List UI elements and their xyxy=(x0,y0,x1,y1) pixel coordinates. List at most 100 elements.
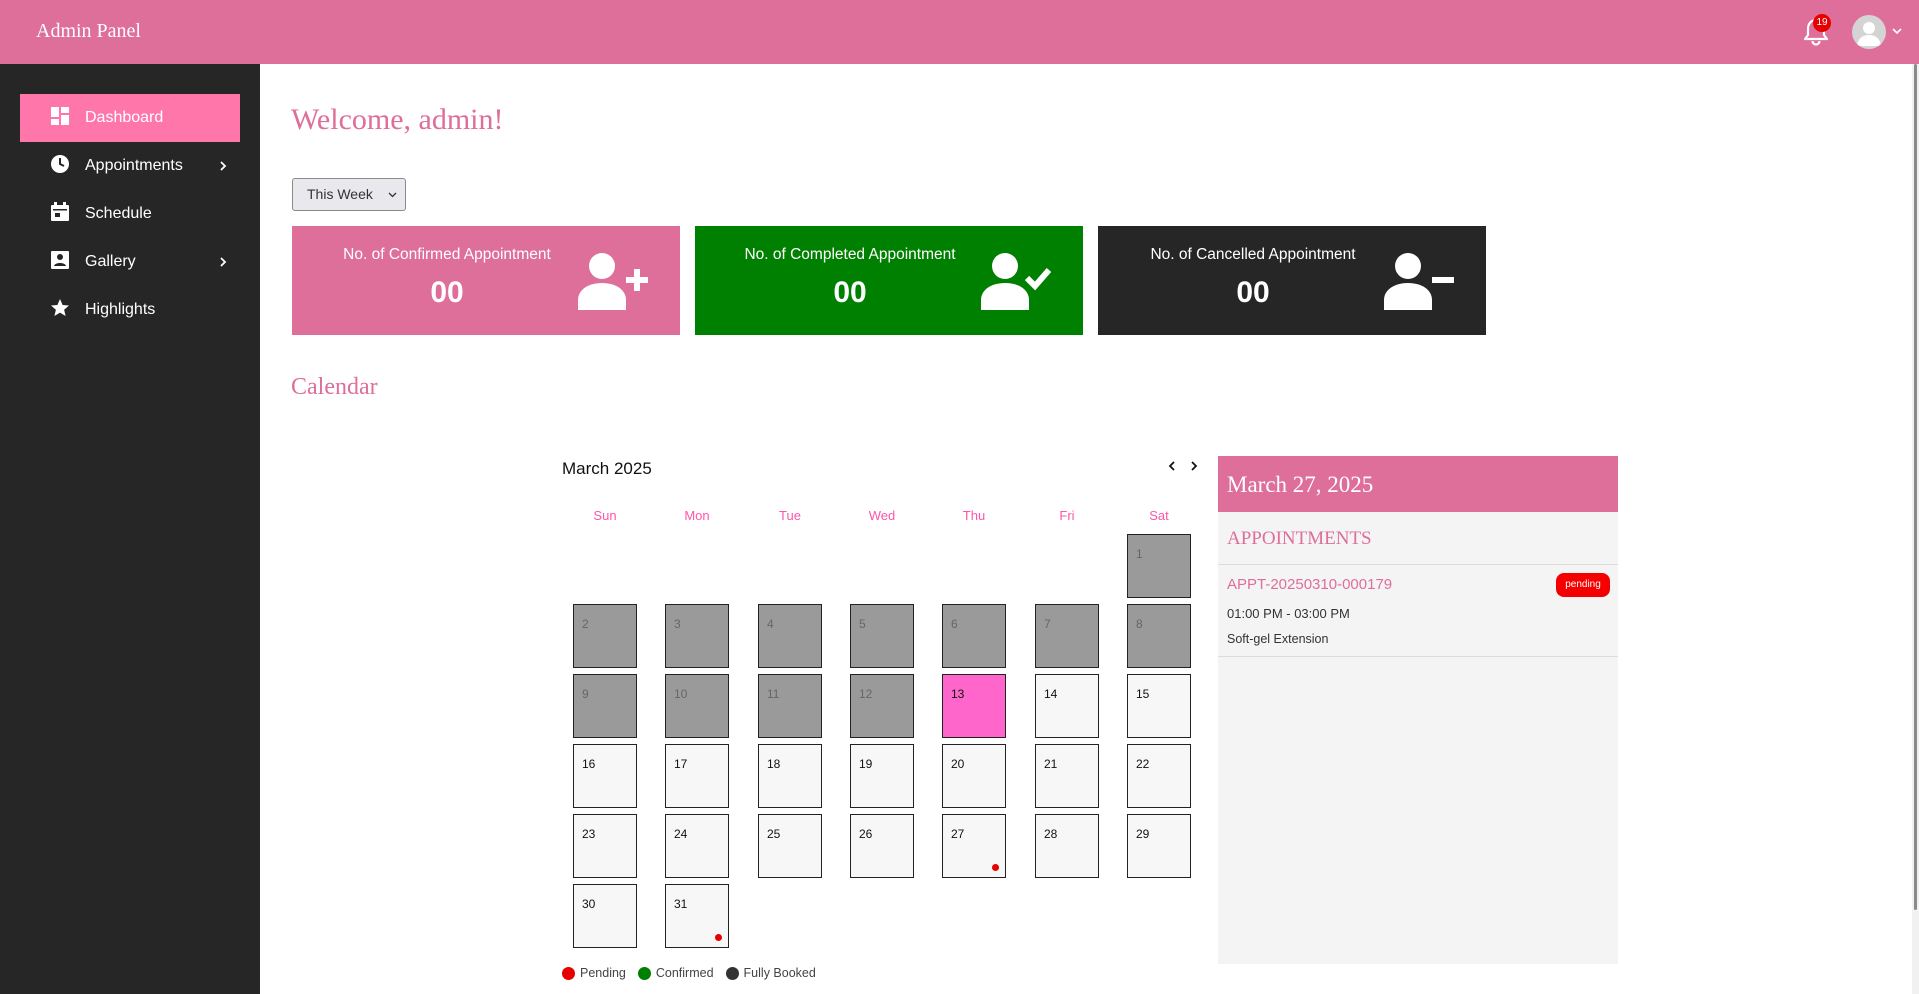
calendar-day-number: 9 xyxy=(582,687,589,701)
calendar-day-number: 19 xyxy=(859,757,873,771)
calendar-day[interactable]: 16 xyxy=(573,744,637,808)
calendar-day[interactable]: 24 xyxy=(665,814,729,878)
legend-dot xyxy=(725,966,739,980)
avatar[interactable] xyxy=(1852,15,1886,49)
user-plus-icon xyxy=(578,253,648,310)
calendar-day[interactable]: 29 xyxy=(1127,814,1191,878)
calendar-day-number: 13 xyxy=(951,687,965,701)
chevron-left-icon[interactable] xyxy=(1166,458,1178,474)
calendar-day[interactable]: 10 xyxy=(665,674,729,738)
calendar-day[interactable]: 17 xyxy=(665,744,729,808)
legend-dot xyxy=(637,966,651,980)
legend-label: Fully Booked xyxy=(743,966,816,980)
legend-dot xyxy=(562,966,575,980)
appointments-panel-heading: APPOINTMENTS xyxy=(1227,528,1372,549)
weekday-label: Sat xyxy=(1149,508,1169,523)
calendar-day-number: 17 xyxy=(674,757,688,771)
calendar-day[interactable]: 30 xyxy=(573,884,637,948)
completed-card: No. of Completed Appointment 00 xyxy=(695,226,1083,335)
user-minus-icon xyxy=(1384,253,1454,310)
calendar-icon xyxy=(51,202,69,221)
calendar-day[interactable]: 11 xyxy=(758,674,822,738)
sidebar-item-schedule[interactable]: Schedule xyxy=(20,190,240,238)
calendar-day[interactable]: 9 xyxy=(573,674,637,738)
legend-item-pending: Pending xyxy=(562,966,626,980)
calendar-day-number: 14 xyxy=(1044,687,1058,701)
calendar-day-number: 3 xyxy=(674,617,681,631)
calendar-day[interactable]: 8 xyxy=(1127,604,1191,668)
card-title: No. of Completed Appointment xyxy=(744,246,956,263)
chevron-right-icon[interactable] xyxy=(1188,458,1200,474)
calendar-day-number: 6 xyxy=(951,617,958,631)
dashboard-icon xyxy=(51,107,69,125)
legend-item-fully-booked: Fully Booked xyxy=(725,966,816,980)
sidebar-item-dashboard[interactable]: Dashboard xyxy=(20,94,240,142)
card-title: No. of Cancelled Appointment xyxy=(1150,246,1356,263)
calendar-month-label: March 2025 xyxy=(562,459,652,478)
calendar-day[interactable]: 5 xyxy=(850,604,914,668)
calendar-day-number: 28 xyxy=(1044,827,1058,841)
calendar-day[interactable]: 19 xyxy=(850,744,914,808)
sidebar-item-label: Schedule xyxy=(85,205,152,222)
calendar-day[interactable]: 13 xyxy=(942,674,1006,738)
calendar-day[interactable]: 3 xyxy=(665,604,729,668)
weekday-label: Tue xyxy=(779,508,801,523)
appointment-time: 01:00 PM - 03:00 PM xyxy=(1227,606,1350,621)
calendar-day[interactable]: 2 xyxy=(573,604,637,668)
image-icon xyxy=(51,251,69,269)
calendar-day[interactable]: 7 xyxy=(1035,604,1099,668)
chevron-right-icon xyxy=(220,161,227,171)
user-avatar-icon xyxy=(1857,22,1881,46)
weekday-label: Wed xyxy=(868,508,896,523)
sidebar: Dashboard Appointments Schedule Gallery xyxy=(0,64,260,994)
calendar-day[interactable]: 6 xyxy=(942,604,1006,668)
period-select[interactable]: This Week xyxy=(292,178,406,211)
calendar-day[interactable]: 1 xyxy=(1127,534,1191,598)
brand-title: Admin Panel xyxy=(36,20,141,42)
user-check-icon xyxy=(981,253,1051,310)
calendar-day[interactable]: 18 xyxy=(758,744,822,808)
status-badge: pending xyxy=(1556,573,1610,597)
calendar-day-number: 27 xyxy=(951,827,965,841)
calendar-day[interactable]: 25 xyxy=(758,814,822,878)
calendar-day-number: 1 xyxy=(1136,547,1143,561)
chevron-right-icon xyxy=(220,257,227,267)
calendar-day[interactable]: 21 xyxy=(1035,744,1099,808)
card-count: 00 xyxy=(430,276,464,309)
calendar-day[interactable]: 28 xyxy=(1035,814,1099,878)
calendar-day-number: 26 xyxy=(859,827,873,841)
calendar-day[interactable]: 20 xyxy=(942,744,1006,808)
sidebar-item-label: Appointments xyxy=(85,157,183,174)
appointments-panel-date: March 27, 2025 xyxy=(1218,456,1618,512)
calendar-day-number: 5 xyxy=(859,617,866,631)
calendar-day[interactable]: 4 xyxy=(758,604,822,668)
appointment-id-link[interactable]: APPT-20250310-000179 xyxy=(1227,576,1392,593)
calendar-day-number: 7 xyxy=(1044,617,1051,631)
calendar-day[interactable]: 22 xyxy=(1127,744,1191,808)
calendar-day[interactable]: 14 xyxy=(1035,674,1099,738)
appointments-panel: March 27, 2025 APPOINTMENTS APPT-2025031… xyxy=(1218,456,1618,964)
calendar-day[interactable]: 27 xyxy=(942,814,1006,878)
calendar-day[interactable]: 31 xyxy=(665,884,729,948)
confirmed-card: No. of Confirmed Appointment 00 xyxy=(292,226,680,335)
calendar-day[interactable]: 23 xyxy=(573,814,637,878)
section-title: Calendar xyxy=(291,374,378,400)
calendar-day[interactable]: 26 xyxy=(850,814,914,878)
calendar-day-number: 25 xyxy=(767,827,781,841)
calendar-day-number: 16 xyxy=(582,757,596,771)
card-count: 00 xyxy=(1236,276,1270,309)
calendar-day-number: 10 xyxy=(674,687,688,701)
calendar-day-number: 4 xyxy=(767,617,774,631)
divider xyxy=(1218,656,1618,657)
calendar-day[interactable]: 15 xyxy=(1127,674,1191,738)
calendar-day[interactable]: 12 xyxy=(850,674,914,738)
sidebar-item-highlights[interactable]: Highlights xyxy=(20,286,240,334)
period-select-value: This Week xyxy=(307,186,373,202)
sidebar-item-gallery[interactable]: Gallery xyxy=(20,238,240,286)
sidebar-item-appointments[interactable]: Appointments xyxy=(20,142,240,190)
chevron-down-icon[interactable] xyxy=(1891,26,1903,36)
scrollbar-thumb[interactable] xyxy=(1914,64,1917,910)
pending-dot xyxy=(715,934,722,941)
top-bar xyxy=(0,0,1919,64)
sidebar-item-label: Gallery xyxy=(85,253,136,270)
